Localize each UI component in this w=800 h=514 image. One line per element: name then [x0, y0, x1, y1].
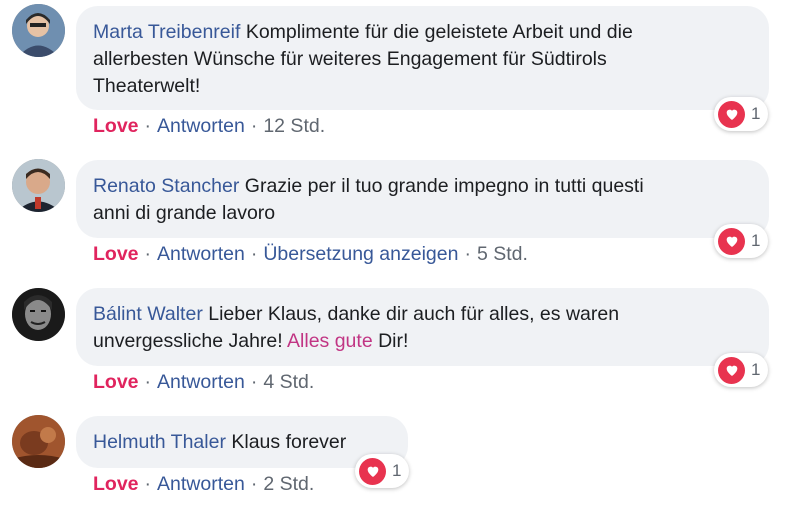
avatar[interactable] [12, 415, 65, 468]
reply-link[interactable]: Antworten [157, 371, 245, 393]
mention-tag[interactable]: Alles gute [287, 330, 373, 352]
reaction-count: 1 [751, 231, 761, 250]
comment-text: allerbesten Wünsche für weiteres Engagem… [93, 48, 607, 70]
avatar[interactable] [12, 288, 65, 341]
comment-bubble: Bálint Walter Lieber Klaus, danke dir au… [76, 288, 769, 366]
comment-time[interactable]: 12 Std. [263, 115, 325, 137]
comment-text: Grazie per il tuo grande impegno in tutt… [244, 175, 644, 197]
comment-bubble: Marta Treibenreif Komplimente für die ge… [76, 6, 769, 110]
love-button[interactable]: Love [93, 243, 139, 265]
love-button[interactable]: Love [93, 473, 139, 495]
comment-actions: Love · Antworten · Übersetzung anzeigen · 5 St… [93, 243, 528, 265]
reply-link[interactable]: Antworten [157, 115, 245, 137]
comment-time[interactable]: 4 Std. [263, 371, 314, 393]
translate-link[interactable]: Übersetzung anzeigen [263, 243, 458, 265]
comment-author[interactable]: Bálint Walter [93, 303, 203, 325]
heart-icon [718, 100, 745, 128]
comment-actions: Love · Antworten · 12 Std. [93, 115, 326, 137]
heart-icon [718, 227, 745, 255]
reaction-count: 1 [751, 360, 761, 379]
comment-text: Theaterwelt! [93, 75, 201, 97]
heart-icon [718, 356, 745, 384]
avatar[interactable] [12, 4, 65, 57]
avatar[interactable] [12, 159, 65, 212]
comment-time[interactable]: 2 Std. [263, 473, 314, 495]
reply-link[interactable]: Antworten [157, 473, 245, 495]
comment-actions: Love · Antworten · 2 Std. [93, 473, 315, 495]
love-button[interactable]: Love [93, 371, 139, 393]
comment-text: Lieber Klaus, danke dir auch für alles, … [208, 303, 620, 325]
comment-time[interactable]: 5 Std. [477, 243, 528, 265]
comment-author[interactable]: Marta Treibenreif [93, 21, 240, 43]
comment-actions: Love · Antworten · 4 Std. [93, 371, 315, 393]
heart-icon [359, 457, 386, 485]
reaction-summary[interactable]: 1 [714, 224, 769, 258]
comment-bubble: Renato Stancher Grazie per il tuo grande… [76, 160, 769, 238]
reaction-summary[interactable]: 1 [714, 353, 769, 387]
comment-text: Komplimente für die geleistete Arbeit un… [245, 21, 633, 43]
comment-text: unvergessliche Jahre! [93, 330, 283, 352]
comment-author[interactable]: Renato Stancher [93, 175, 239, 197]
love-button[interactable]: Love [93, 115, 139, 137]
reaction-count: 1 [392, 461, 402, 480]
comment-text: Klaus forever [231, 431, 347, 453]
comment-author[interactable]: Helmuth Thaler [93, 431, 226, 453]
reaction-summary[interactable]: 1 [714, 97, 769, 131]
reaction-count: 1 [751, 104, 761, 123]
reaction-summary[interactable]: 1 [355, 454, 410, 488]
comment-text: anni di grande lavoro [93, 202, 276, 224]
comment-text: Dir! [378, 330, 409, 352]
reply-link[interactable]: Antworten [157, 243, 245, 265]
